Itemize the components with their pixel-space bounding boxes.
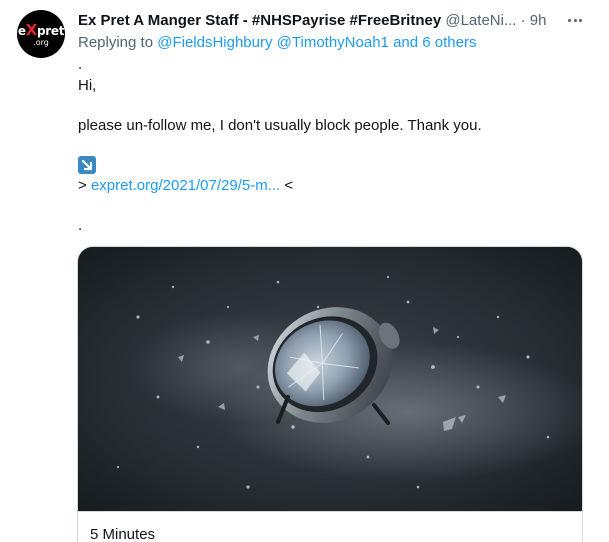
link-prefix: > — [78, 177, 87, 194]
link-preview-card[interactable]: 5 Minutes — [77, 246, 583, 542]
tweet-text-dot-line: . — [78, 56, 83, 73]
tweet-text-dot-line-2: . — [78, 217, 83, 234]
expret-article-link[interactable]: expret.org/2021/07/29/5-m... — [91, 177, 280, 194]
down-right-arrow-icon — [78, 156, 96, 174]
tweet-header: Ex Pret A Manger Staff - #NHSPayrise #Fr… — [78, 11, 548, 31]
more-dot-icon — [573, 18, 577, 22]
tweet-text-message: please un-follow me, I don't usually blo… — [78, 117, 482, 134]
avatar-logo-subtext: .org — [33, 37, 49, 47]
more-options-button[interactable] — [563, 10, 587, 30]
link-suffix: < — [284, 177, 294, 194]
card-media-image[interactable] — [78, 247, 582, 511]
tweet[interactable]: eXpret .org Ex Pret A Manger Staff - #NH… — [0, 0, 609, 542]
replying-to-line: Replying to @FieldsHighbury @TimothyNoah… — [78, 33, 476, 53]
author-handle[interactable]: @LateNi... — [445, 12, 516, 29]
more-dot-icon — [579, 18, 582, 22]
more-dot-icon — [568, 18, 571, 22]
reply-others-link[interactable]: and 6 others — [393, 34, 476, 51]
header-separator: · — [520, 12, 526, 29]
card-divider — [78, 511, 582, 512]
tweet-text-greeting: Hi, — [78, 77, 97, 94]
tweet-link-line: > expret.org/2021/07/29/5-m... < — [78, 176, 293, 196]
reply-mention-timothynoah1[interactable]: @TimothyNoah1 — [277, 34, 389, 51]
exploding-alarm-clock-image — [78, 247, 582, 511]
card-title[interactable]: 5 Minutes — [90, 525, 155, 542]
replying-to-label: Replying to — [78, 34, 154, 51]
reply-mention-fieldshighbury[interactable]: @FieldsHighbury — [157, 34, 272, 51]
avatar-logo-text: eXpret — [17, 20, 65, 39]
author-name[interactable]: Ex Pret A Manger Staff - #NHSPayrise #Fr… — [78, 12, 441, 29]
tweet-timestamp[interactable]: 9h — [530, 12, 547, 29]
avatar[interactable]: eXpret .org — [17, 10, 65, 58]
